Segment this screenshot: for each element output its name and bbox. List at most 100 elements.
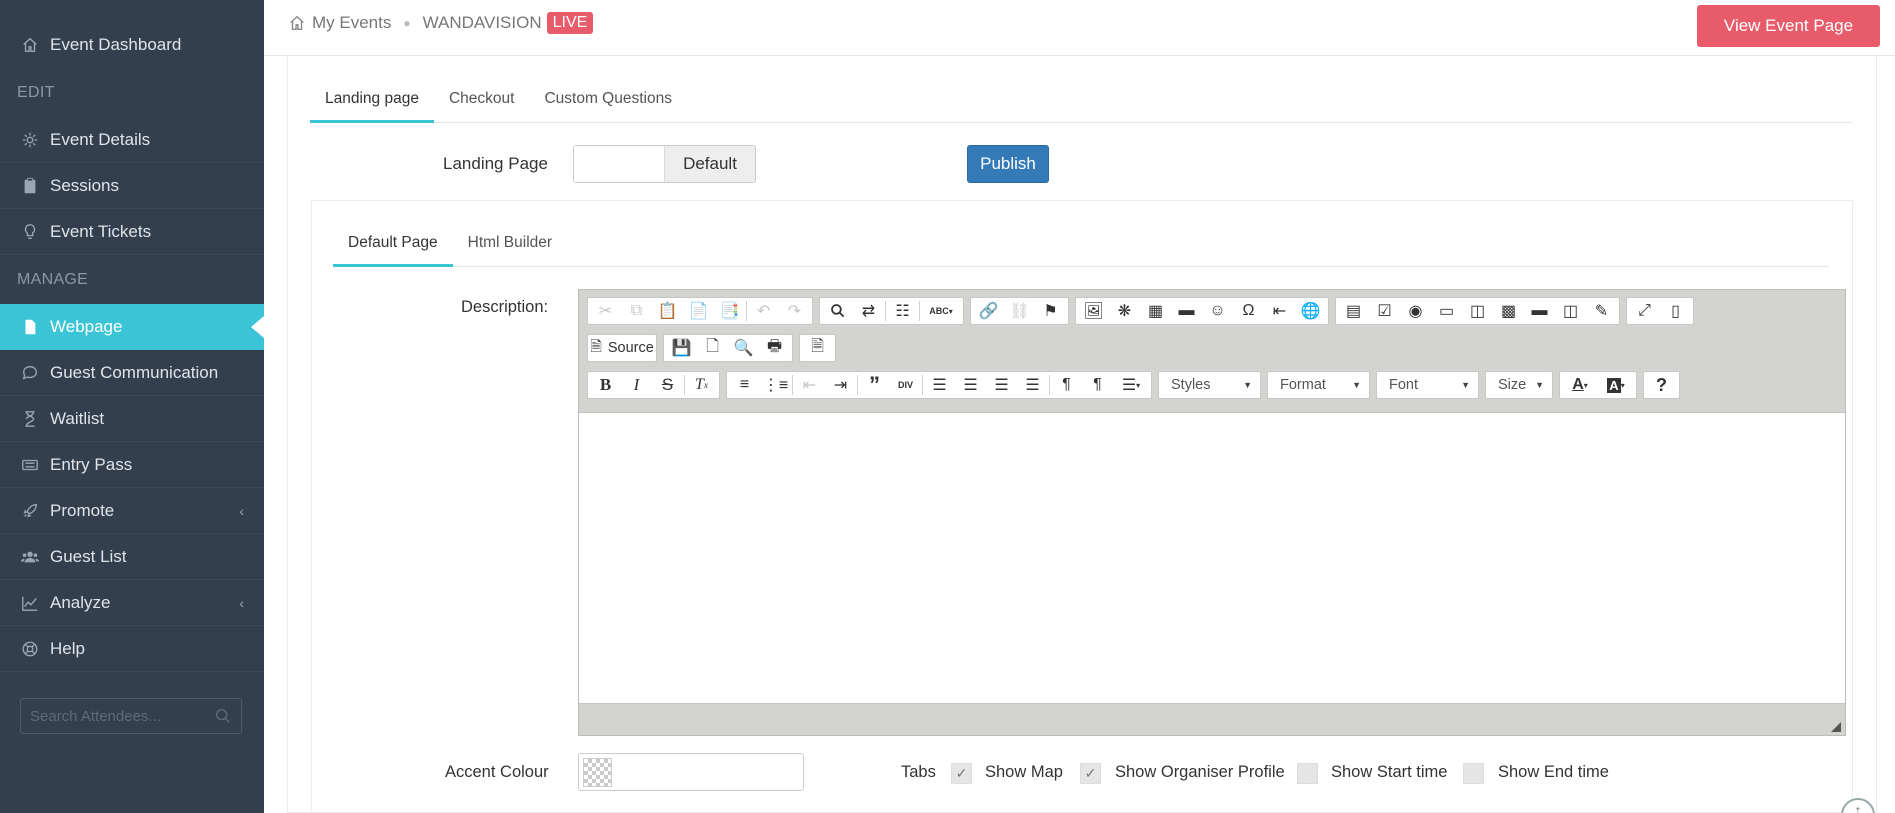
- special-char-icon[interactable]: Ω: [1233, 298, 1264, 324]
- background-color-icon[interactable]: A ▾: [1598, 372, 1634, 398]
- rtl-icon[interactable]: ¶: [1082, 372, 1113, 398]
- search-icon[interactable]: [214, 707, 232, 730]
- color-swatch[interactable]: [583, 758, 612, 787]
- text-color-icon[interactable]: A ▾: [1562, 372, 1598, 398]
- image-icon[interactable]: 🖼: [1078, 298, 1109, 324]
- sidebar-item-event-tickets[interactable]: Event Tickets: [0, 209, 264, 255]
- help-icon[interactable]: ?: [1646, 372, 1677, 398]
- spellcheck-icon[interactable]: ABC ▾: [921, 298, 961, 324]
- bold-icon[interactable]: B: [590, 372, 621, 398]
- preview-icon[interactable]: 🔍: [728, 335, 759, 361]
- accent-colour-input[interactable]: [578, 753, 804, 791]
- save-icon[interactable]: 💾: [666, 335, 697, 361]
- show-blocks-icon[interactable]: ▯: [1660, 298, 1691, 324]
- tab-custom-questions[interactable]: Custom Questions: [529, 76, 687, 122]
- table-icon[interactable]: ▦: [1140, 298, 1171, 324]
- styles-dropdown[interactable]: Styles ▼: [1158, 371, 1261, 399]
- show-organiser-profile-checkbox[interactable]: ✓: [1080, 763, 1101, 784]
- attendee-search-input[interactable]: [30, 707, 210, 725]
- sidebar-item-guest-list[interactable]: Guest List: [0, 534, 264, 580]
- landing-page-toggle[interactable]: Default: [573, 145, 756, 183]
- copy-icon[interactable]: ⧉: [621, 298, 652, 324]
- toolbar-separator: [746, 301, 747, 321]
- hidden-field-icon[interactable]: ✎: [1586, 298, 1617, 324]
- page-break-icon[interactable]: ⇤: [1264, 298, 1295, 324]
- remove-format-icon[interactable]: Tx: [686, 372, 717, 398]
- toggle-off-side[interactable]: [574, 146, 664, 182]
- toggle-default-side[interactable]: Default: [664, 146, 755, 182]
- checkbox-icon[interactable]: ☑: [1369, 298, 1400, 324]
- cut-icon[interactable]: ✂: [590, 298, 621, 324]
- link-icon[interactable]: 🔗: [973, 298, 1004, 324]
- format-dropdown[interactable]: Format ▼: [1267, 371, 1370, 399]
- tab-default-page[interactable]: Default Page: [333, 220, 453, 267]
- form-icon[interactable]: ▤: [1338, 298, 1369, 324]
- sidebar-item-analyze[interactable]: Analyze ‹: [0, 580, 264, 626]
- toolbar-separator: [1049, 375, 1050, 395]
- sidebar-item-help[interactable]: Help: [0, 626, 264, 672]
- sidebar-item-waitlist[interactable]: Waitlist: [0, 396, 264, 442]
- strikethrough-icon[interactable]: S: [652, 372, 683, 398]
- textarea-icon[interactable]: ◫: [1462, 298, 1493, 324]
- italic-icon[interactable]: I: [621, 372, 652, 398]
- sidebar-item-entry-pass[interactable]: Entry Pass: [0, 442, 264, 488]
- text-field-icon[interactable]: ▭: [1431, 298, 1462, 324]
- flash-icon[interactable]: ❋: [1109, 298, 1140, 324]
- new-page-icon[interactable]: 🗋: [697, 335, 728, 361]
- unlink-icon[interactable]: ⛓: [1004, 298, 1035, 324]
- smiley-icon[interactable]: ☺: [1202, 298, 1233, 324]
- sidebar-item-event-details[interactable]: Event Details: [0, 117, 264, 163]
- align-right-icon[interactable]: ☰: [986, 372, 1017, 398]
- editor-content-area[interactable]: [579, 412, 1845, 704]
- show-start-time-checkbox[interactable]: [1297, 763, 1318, 784]
- button-field-icon[interactable]: ▬: [1524, 298, 1555, 324]
- view-event-page-button[interactable]: View Event Page: [1697, 5, 1880, 47]
- indent-icon[interactable]: ⇥: [825, 372, 856, 398]
- sidebar-item-promote[interactable]: Promote ‹: [0, 488, 264, 534]
- image-button-icon[interactable]: ◫: [1555, 298, 1586, 324]
- iframe-icon[interactable]: 🌐: [1295, 298, 1326, 324]
- accent-colour-label: Accent Colour: [445, 763, 549, 781]
- maximize-icon[interactable]: ⤢: [1629, 298, 1660, 324]
- paste-text-icon[interactable]: 📄: [683, 298, 714, 324]
- div-container-icon[interactable]: DIV: [890, 372, 921, 398]
- align-left-icon[interactable]: ☰: [924, 372, 955, 398]
- anchor-flag-icon[interactable]: ⚑: [1035, 298, 1066, 324]
- radio-icon[interactable]: ◉: [1400, 298, 1431, 324]
- sidebar-item-webpage[interactable]: Webpage: [0, 304, 264, 350]
- breadcrumb-my-events[interactable]: My Events: [312, 13, 391, 33]
- blockquote-icon[interactable]: ”: [859, 372, 890, 398]
- paste-word-icon[interactable]: 📑: [714, 298, 745, 324]
- show-end-time-checkbox[interactable]: [1463, 763, 1484, 784]
- publish-button[interactable]: Publish: [967, 145, 1049, 183]
- templates-icon[interactable]: 🗎: [802, 335, 833, 361]
- undo-icon[interactable]: ↶: [748, 298, 779, 324]
- select-all-icon[interactable]: ☷: [887, 298, 918, 324]
- tab-checkout[interactable]: Checkout: [434, 76, 529, 122]
- paste-icon[interactable]: 📋: [652, 298, 683, 324]
- sidebar-item-guest-communication[interactable]: Guest Communication: [0, 350, 264, 396]
- outdent-icon[interactable]: ⇤: [794, 372, 825, 398]
- print-icon[interactable]: 🖶: [759, 335, 790, 361]
- font-dropdown[interactable]: Font ▼: [1376, 371, 1479, 399]
- bulleted-list-icon[interactable]: ⋮≡: [760, 372, 791, 398]
- ltr-icon[interactable]: ¶: [1051, 372, 1082, 398]
- horizontal-line-icon[interactable]: ▬: [1171, 298, 1202, 324]
- numbered-list-icon[interactable]: ≡: [729, 372, 760, 398]
- language-dropdown-icon[interactable]: ☰ ▾: [1113, 372, 1149, 398]
- source-button[interactable]: 🗎 Source: [590, 335, 654, 361]
- show-map-checkbox[interactable]: ✓: [951, 763, 972, 784]
- select-field-icon[interactable]: ▩: [1493, 298, 1524, 324]
- redo-icon[interactable]: ↷: [779, 298, 810, 324]
- justify-icon[interactable]: ☰: [1017, 372, 1048, 398]
- tab-landing-page[interactable]: Landing page: [310, 76, 434, 123]
- find-icon[interactable]: [822, 298, 853, 324]
- replace-icon[interactable]: ⇄: [853, 298, 884, 324]
- align-center-icon[interactable]: ☰: [955, 372, 986, 398]
- resize-handle[interactable]: [1831, 722, 1841, 732]
- breadcrumb-event-name: WANDAVISION: [422, 13, 542, 32]
- sidebar-item-sessions[interactable]: Sessions: [0, 163, 264, 209]
- sidebar-item-event-dashboard[interactable]: Event Dashboard: [0, 22, 264, 68]
- tab-html-builder[interactable]: Html Builder: [453, 220, 567, 266]
- size-dropdown[interactable]: Size ▼: [1485, 371, 1553, 399]
